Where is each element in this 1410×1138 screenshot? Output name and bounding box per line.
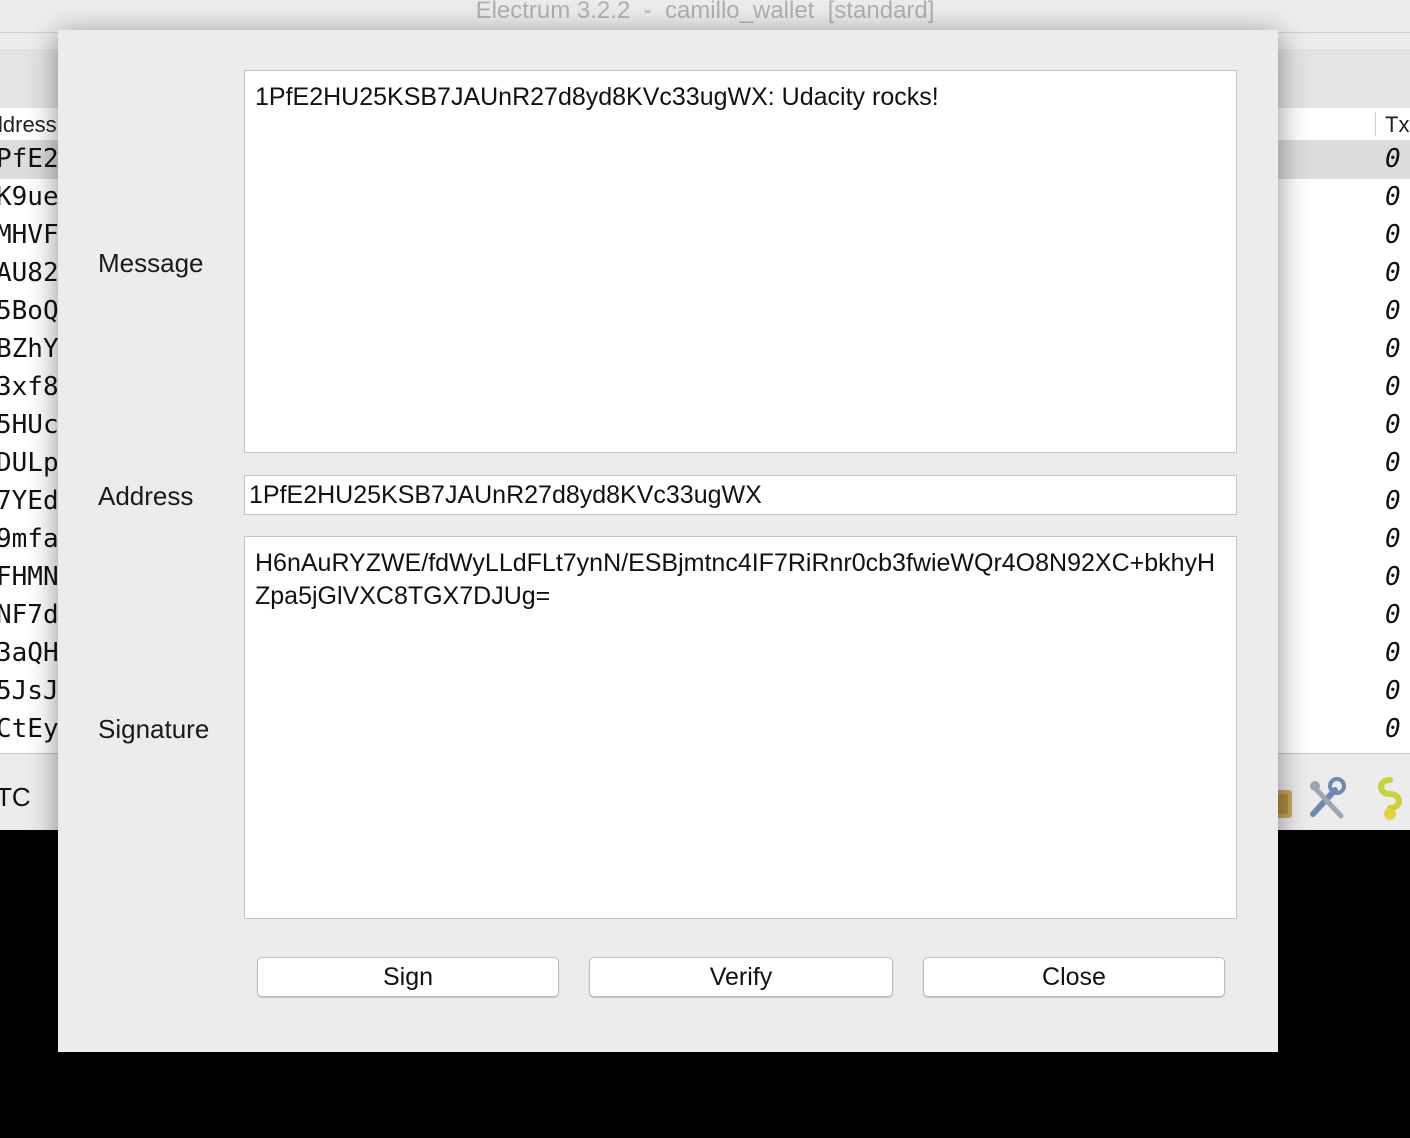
balance-unit: TC xyxy=(0,782,31,812)
close-button[interactable]: Close xyxy=(923,957,1225,997)
tx-count-cell: 0 xyxy=(1385,524,1401,554)
address-label: Address xyxy=(98,481,194,511)
address-cell: 3xf8 xyxy=(0,372,59,402)
address-cell: 7YEd xyxy=(0,486,59,516)
tx-count-cell: 0 xyxy=(1385,144,1401,174)
tx-count-cell: 0 xyxy=(1385,258,1401,288)
tx-count-cell: 0 xyxy=(1385,410,1401,440)
column-separator xyxy=(1375,112,1376,136)
tx-count-cell: 0 xyxy=(1385,220,1401,250)
tx-count-cell: 0 xyxy=(1385,296,1401,326)
seed-icon[interactable] xyxy=(1368,774,1410,822)
sign-verify-message-dialog: Message 1PfE2HU25KSB7JAUnR27d8yd8KVc33ug… xyxy=(58,30,1278,1052)
signature-label: Signature xyxy=(98,714,210,744)
tx-count-cell: 0 xyxy=(1385,600,1401,630)
verify-button[interactable]: Verify xyxy=(589,957,893,997)
tx-count-cell: 0 xyxy=(1385,714,1401,744)
message-textarea[interactable]: 1PfE2HU25KSB7JAUnR27d8yd8KVc33ugWX: Udac… xyxy=(244,70,1237,453)
signature-textarea[interactable]: H6nAuRYZWE/fdWyLLdFLt7ynN/ESBjmtnc4IF7Ri… xyxy=(244,536,1237,919)
tx-count-cell: 0 xyxy=(1385,562,1401,592)
sign-button[interactable]: Sign xyxy=(257,957,559,997)
address-field[interactable]: 1PfE2HU25KSB7JAUnR27d8yd8KVc33ugWX xyxy=(244,475,1237,515)
tx-count-cell: 0 xyxy=(1385,334,1401,364)
tx-count-cell: 0 xyxy=(1385,638,1401,668)
column-header-tx[interactable]: Tx xyxy=(1385,112,1409,138)
window-title: Electrum 3.2.2 - camillo_wallet [standar… xyxy=(0,0,1410,33)
column-header-address[interactable]: ldress xyxy=(0,112,57,138)
message-label: Message xyxy=(98,248,204,278)
preferences-tools-icon[interactable] xyxy=(1305,774,1349,822)
tx-count-cell: 0 xyxy=(1385,182,1401,212)
tx-count-cell: 0 xyxy=(1385,372,1401,402)
tx-count-cell: 0 xyxy=(1385,676,1401,706)
tx-count-cell: 0 xyxy=(1385,486,1401,516)
tx-count-cell: 0 xyxy=(1385,448,1401,478)
